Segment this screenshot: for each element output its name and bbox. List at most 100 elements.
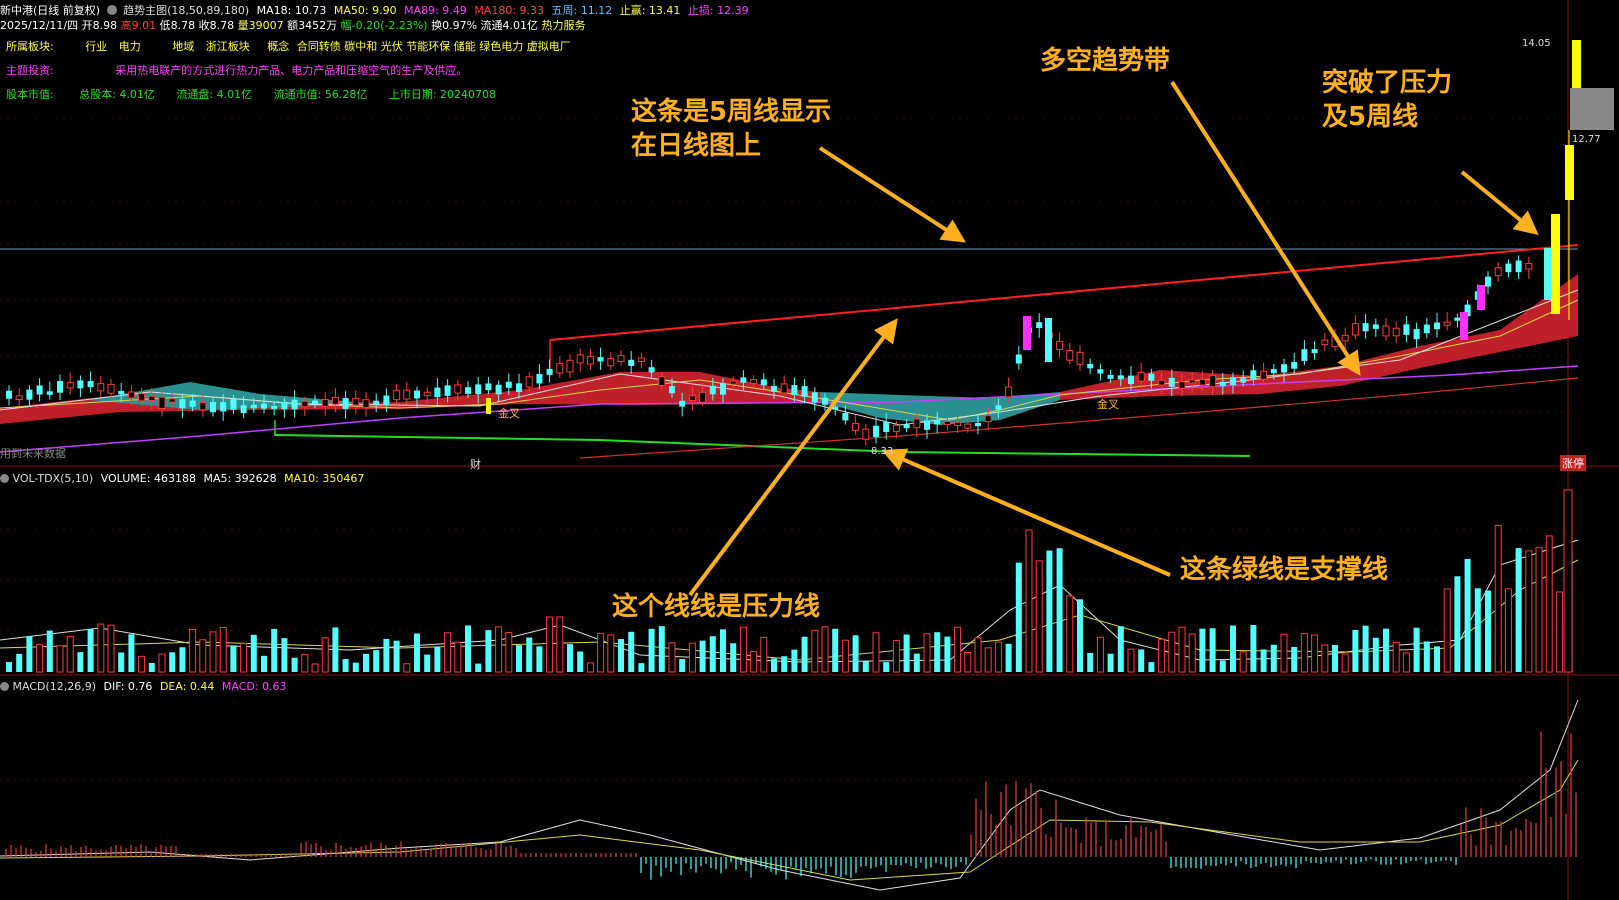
volume-bar (618, 639, 624, 672)
candle-body (331, 396, 339, 405)
annotation-trend-band: 多空趋势带 (1040, 46, 1171, 76)
volume-bar (321, 637, 329, 673)
candle-body (321, 398, 329, 407)
volume-bar (994, 641, 1002, 673)
candle-body (179, 399, 186, 409)
low-price-label: 8.33 (871, 446, 894, 457)
candle-body (525, 376, 533, 388)
volume-bar (546, 616, 554, 673)
price-mid-label: 12.77 (1572, 134, 1601, 145)
volume-bar (739, 626, 747, 673)
candle-body (301, 400, 309, 408)
volume-bar (567, 644, 573, 672)
volume-bar (1025, 529, 1033, 673)
candle-body (127, 391, 135, 399)
volume-bar (1545, 535, 1553, 673)
candle-body (1178, 381, 1186, 389)
volume-bar (720, 629, 726, 672)
volume-bar (424, 654, 431, 672)
volume-bar (903, 634, 910, 672)
volume-bar (281, 638, 288, 672)
candle-body (924, 420, 930, 430)
dropdown-icon[interactable] (0, 474, 9, 483)
volume-bar (1443, 588, 1451, 673)
volume-bar (1423, 641, 1430, 672)
volume-bar (1563, 489, 1573, 673)
volume-bar (791, 649, 798, 672)
volume-bar (852, 635, 859, 672)
volume-bar (913, 653, 920, 672)
candle-body (1198, 379, 1206, 386)
candle-body (46, 391, 53, 395)
candle-body (1270, 369, 1277, 374)
candle-body (729, 380, 737, 385)
volume-bar (801, 636, 808, 672)
macd-value: MACD: 0.63 (221, 680, 287, 693)
volume-bar (730, 643, 737, 672)
volume-bar (189, 628, 197, 673)
candle-body (995, 405, 1002, 410)
volume-bar (1504, 588, 1512, 673)
candle-body (943, 421, 951, 426)
volume-bar (1219, 660, 1226, 672)
candle-body (842, 412, 849, 421)
volume-bar (709, 636, 716, 672)
candle-body (1423, 324, 1430, 334)
candle-body (1158, 379, 1166, 386)
volume-bar (1352, 629, 1359, 672)
dropdown-icon[interactable] (0, 682, 9, 691)
limit-up-badge: 涨停 (1560, 455, 1586, 471)
candle-body (271, 405, 278, 409)
volume-bar (148, 663, 155, 672)
candle-body (1076, 351, 1084, 365)
volume-bar (230, 645, 237, 672)
volume-bar (1015, 562, 1022, 672)
candle-body (964, 423, 972, 429)
candle-body (1015, 354, 1022, 364)
candle-body (230, 399, 237, 410)
candle-body (556, 363, 564, 374)
candle-body (607, 358, 615, 367)
annotation-5week-line: 这条是5周线显示 在日线图上 (631, 95, 831, 163)
candle-body (1454, 317, 1461, 321)
volume-bar (1066, 595, 1074, 673)
limit-up-candle (1572, 40, 1581, 88)
macd-indicator-name[interactable]: MACD(12,26,9) (13, 680, 97, 693)
candle-body (1045, 318, 1052, 362)
candle-body (291, 399, 298, 410)
volume-bar (311, 663, 319, 673)
volume-bar (638, 663, 645, 672)
volume-bar (1158, 638, 1166, 673)
volume-bar (1494, 524, 1502, 673)
price-top-label: 14.05 (1522, 38, 1551, 49)
candle-body (87, 381, 94, 388)
annotation-text: 及5周线 (1322, 102, 1419, 132)
candle-body (903, 424, 910, 429)
candle-body (1321, 339, 1329, 346)
candle-body (342, 397, 349, 410)
volume-bar (1270, 644, 1277, 672)
volume-bar (138, 655, 146, 673)
volume-indicator-name[interactable]: VOL-TDX(5,10) (13, 472, 94, 485)
volume-bar (219, 626, 227, 673)
candle-body (954, 421, 962, 426)
volume-bar (1199, 628, 1206, 672)
volume-bar (107, 624, 115, 673)
volume-bar (1474, 588, 1481, 672)
volume-bar (465, 625, 471, 672)
annotation-arrow (1460, 170, 1539, 236)
candle-body (475, 384, 482, 395)
volume-bar (6, 662, 12, 672)
volume-bar (199, 639, 207, 673)
annotation-text: 在日线图上 (631, 131, 762, 161)
finance-mark[interactable]: 财 (470, 456, 481, 472)
candle-body (210, 402, 216, 413)
volume-bar (250, 634, 257, 672)
candle-body (362, 399, 370, 409)
volume-bar (97, 623, 105, 673)
volume-bar (1178, 626, 1186, 673)
volume-bar (974, 637, 982, 673)
volume-bar (607, 634, 615, 673)
volume-bar (577, 651, 584, 672)
candle-body (984, 415, 992, 423)
